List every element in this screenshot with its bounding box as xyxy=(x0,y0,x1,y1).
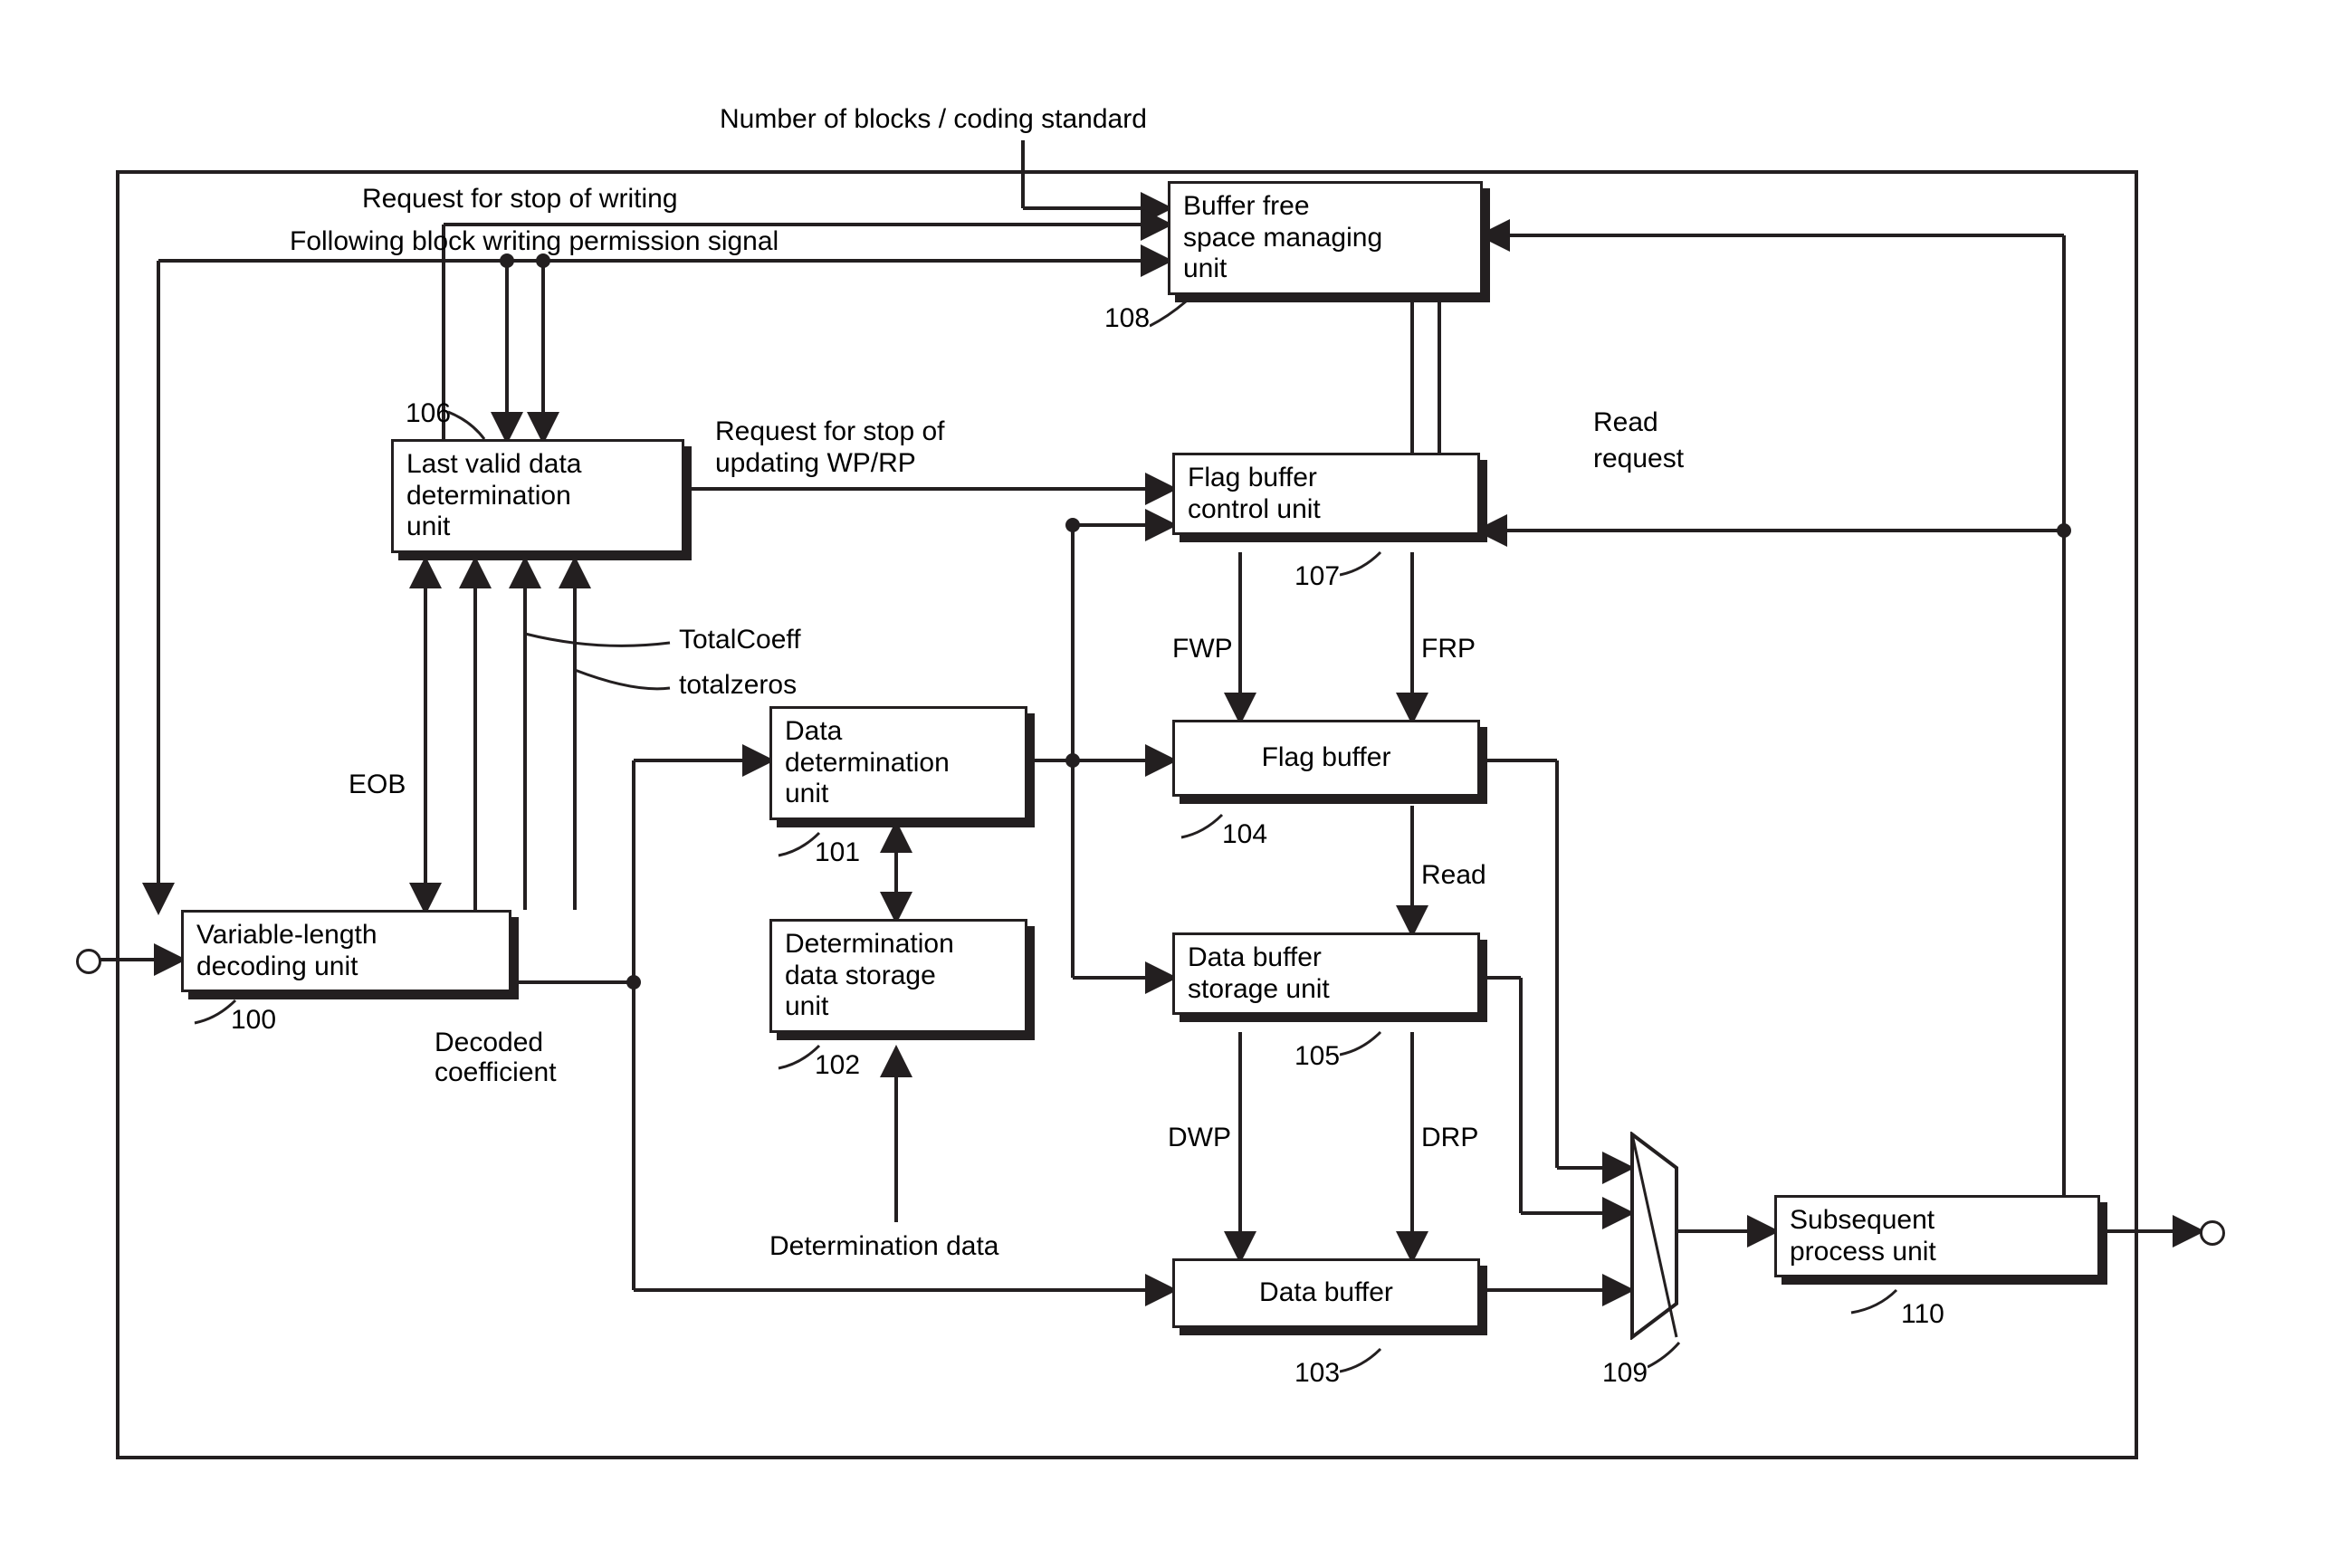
ref-leader-icon xyxy=(1150,299,1195,335)
mux-icon xyxy=(1629,1132,1679,1347)
ref-leader-icon xyxy=(1340,1028,1390,1064)
block-label: storage unit xyxy=(1188,974,1465,1006)
label-permission-signal: Following block writing permission signa… xyxy=(290,226,779,257)
ref-leader-icon xyxy=(1648,1340,1693,1376)
ref-leader-icon xyxy=(1340,548,1390,584)
block-label: Buffer free xyxy=(1183,191,1467,223)
block-dbsu: Data buffer storage unit xyxy=(1172,932,1480,1015)
block-ddet: Data determination unit xyxy=(769,706,1027,820)
block-label: determination xyxy=(406,481,669,512)
label-eob: EOB xyxy=(349,770,406,800)
label-stop-writing: Request for stop of writing xyxy=(362,184,678,215)
block-dstor: Determination data storage unit xyxy=(769,919,1027,1033)
ref-leader-icon xyxy=(1177,810,1231,846)
block-label: determination xyxy=(785,748,1012,779)
block-vld: Variable-length decoding unit xyxy=(181,910,511,992)
ref-leader-icon xyxy=(1847,1286,1901,1322)
block-ref: 106 xyxy=(406,398,451,429)
label-totalcoeff: TotalCoeff xyxy=(679,625,801,655)
block-label: unit xyxy=(406,512,669,543)
block-ref: 103 xyxy=(1294,1358,1340,1389)
block-bfsmu: Buffer free space managing unit xyxy=(1168,181,1483,295)
block-ref: 109 xyxy=(1602,1358,1648,1389)
block-label: Flag buffer xyxy=(1188,742,1465,774)
block-lvdu: Last valid data determination unit xyxy=(391,439,684,553)
output-port-icon xyxy=(2200,1220,2225,1246)
ref-leader-icon xyxy=(774,828,828,865)
block-label: Data xyxy=(785,716,1012,748)
block-label: space managing xyxy=(1183,223,1467,254)
block-label: Determination xyxy=(785,929,1012,961)
block-fbuf: Flag buffer xyxy=(1172,720,1480,797)
block-label: data storage xyxy=(785,961,1012,992)
ref-leader-icon xyxy=(448,407,493,444)
block-label: decoding unit xyxy=(196,951,496,983)
label-drp: DRP xyxy=(1421,1123,1478,1153)
label-req-wp-rp: Request for stop of updating WP/RP xyxy=(715,416,1041,479)
block-label: Flag buffer xyxy=(1188,463,1465,494)
block-ref: 108 xyxy=(1104,303,1150,334)
block-label: unit xyxy=(1183,253,1467,285)
block-label: unit xyxy=(785,779,1012,810)
block-label: Last valid data xyxy=(406,449,669,481)
label-totalzeros: totalzeros xyxy=(679,670,797,701)
block-label: Data buffer xyxy=(1188,942,1465,974)
ref-leader-icon xyxy=(774,1041,828,1077)
block-ref: 105 xyxy=(1294,1041,1340,1072)
label-dwp: DWP xyxy=(1168,1123,1231,1153)
block-ref: 110 xyxy=(1901,1299,1944,1330)
label-read-request-1: Read xyxy=(1593,407,1658,438)
ref-leader-icon xyxy=(190,996,244,1032)
block-dbuf: Data buffer xyxy=(1172,1258,1480,1328)
label-read-request-2: request xyxy=(1593,444,1684,474)
block-label: process unit xyxy=(1790,1237,2085,1268)
ref-leader-icon xyxy=(1340,1344,1390,1381)
block-label: Variable-length xyxy=(196,920,496,951)
block-label: unit xyxy=(785,991,1012,1023)
label-decoded-coefficient: Decoded coefficient xyxy=(435,1028,616,1087)
input-port-icon xyxy=(76,949,101,974)
block-label: control unit xyxy=(1188,494,1465,526)
block-ref: 107 xyxy=(1294,561,1340,592)
block-label: Subsequent xyxy=(1790,1205,2085,1237)
label-read: Read xyxy=(1421,860,1486,891)
diagram-canvas: Variable-length decoding unit 100 Last v… xyxy=(0,0,2350,1568)
block-fbcu: Flag buffer control unit xyxy=(1172,453,1480,535)
label-fwp: FWP xyxy=(1172,634,1233,664)
block-label: Data buffer xyxy=(1188,1277,1465,1309)
block-spu: Subsequent process unit xyxy=(1774,1195,2100,1277)
label-determination-data: Determination data xyxy=(769,1231,998,1262)
label-blocks-coding-standard: Number of blocks / coding standard xyxy=(720,104,1147,135)
label-frp: FRP xyxy=(1421,634,1476,664)
